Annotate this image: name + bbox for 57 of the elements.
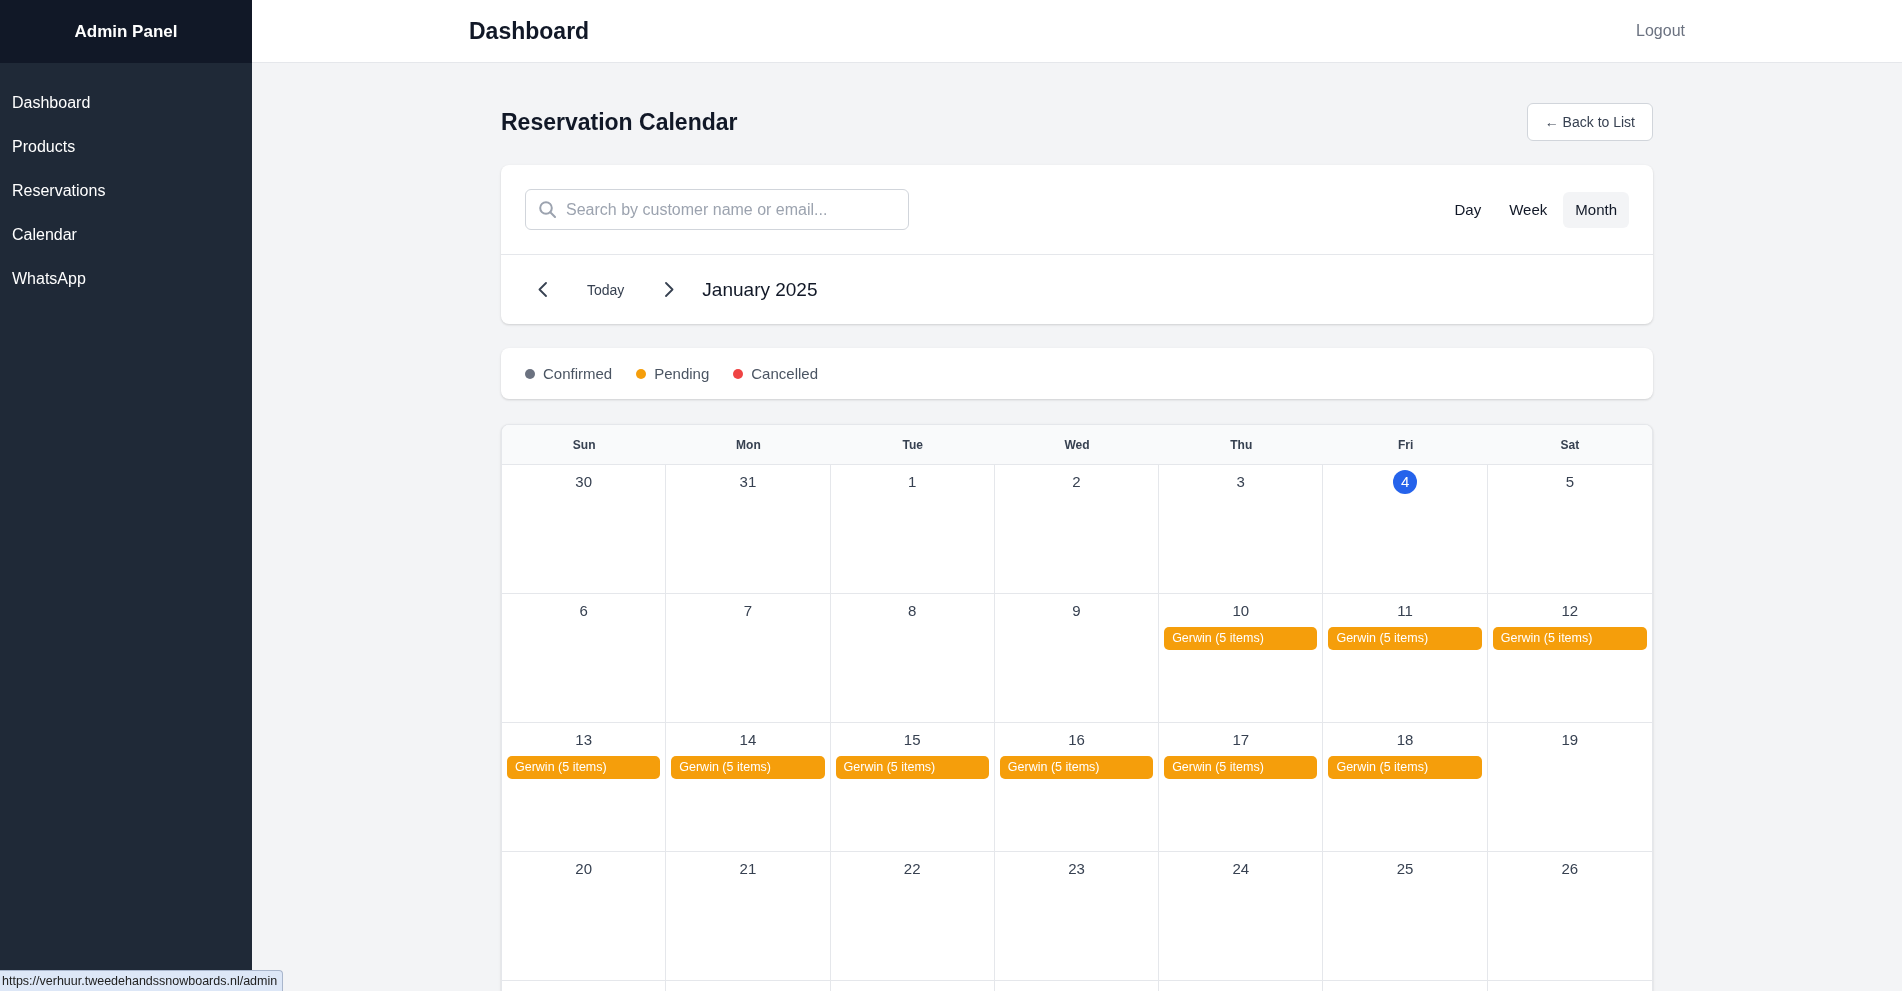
day-number: 4 bbox=[1393, 470, 1418, 494]
day-number: 8 bbox=[907, 601, 918, 621]
day-number: 7 bbox=[742, 601, 754, 621]
day-number: 6 bbox=[578, 601, 589, 621]
day-number: 26 bbox=[1560, 859, 1580, 879]
legend-label: Confirmed bbox=[543, 364, 613, 383]
chevron-left-icon bbox=[537, 282, 547, 297]
page-title: Dashboard bbox=[469, 17, 590, 45]
weekday-label: Sun bbox=[571, 436, 597, 454]
sidebar-item[interactable]: Reservations bbox=[0, 169, 252, 213]
day-number: 3 bbox=[1235, 472, 1246, 492]
legend-label: Cancelled bbox=[751, 364, 818, 383]
day-number: 17 bbox=[1231, 730, 1251, 750]
sidebar-item[interactable]: Products bbox=[0, 125, 252, 169]
day-number: 21 bbox=[738, 859, 758, 879]
view-tab[interactable]: Day bbox=[1442, 191, 1494, 228]
day-number: 20 bbox=[574, 859, 593, 879]
day-number: 24 bbox=[1231, 859, 1251, 879]
day-number: 9 bbox=[1071, 601, 1082, 621]
chevron-right-icon bbox=[664, 282, 674, 297]
day-number: 30 bbox=[574, 472, 593, 492]
back-button[interactable]: ← Back to List bbox=[1526, 103, 1653, 141]
period-label: January 2025 bbox=[702, 277, 818, 302]
day-number: 15 bbox=[902, 730, 922, 750]
today-button[interactable]: Today bbox=[575, 271, 637, 308]
section-title: Reservation Calendar bbox=[501, 108, 738, 136]
logout-link[interactable]: Logout bbox=[1636, 21, 1685, 41]
day-number: 5 bbox=[1564, 472, 1575, 492]
day-number: 13 bbox=[574, 730, 593, 750]
day-number: 16 bbox=[1067, 730, 1086, 750]
app-title: Admin Panel bbox=[74, 20, 178, 43]
weekday-label: Tue bbox=[901, 436, 924, 454]
day-number: 11 bbox=[1396, 601, 1414, 621]
sidebar-item[interactable]: Calendar bbox=[0, 213, 252, 257]
weekday-label: Wed bbox=[1063, 436, 1091, 454]
day-number: 14 bbox=[738, 730, 758, 750]
search-field[interactable]: Search by customer name or email... bbox=[525, 189, 909, 230]
day-number: 18 bbox=[1395, 730, 1415, 750]
day-number: 2 bbox=[1071, 472, 1082, 492]
day-number: 25 bbox=[1395, 859, 1415, 879]
weekday-label: Mon bbox=[735, 436, 762, 454]
day-number: 10 bbox=[1231, 601, 1251, 621]
status-url: https://verhuur.tweedehandssnowboards.nl/admin bbox=[0, 970, 284, 991]
day-number: 31 bbox=[738, 472, 758, 492]
weekday-label: Sat bbox=[1559, 436, 1581, 454]
day-number: 12 bbox=[1560, 601, 1580, 621]
weekday-label: Fri bbox=[1396, 436, 1415, 454]
sidebar-item[interactable]: Dashboard bbox=[0, 81, 252, 125]
day-number: 22 bbox=[902, 859, 922, 879]
sidebar-item[interactable]: WhatsApp bbox=[0, 257, 252, 301]
day-number: 1 bbox=[907, 472, 918, 492]
legend-label: Pending bbox=[654, 364, 710, 383]
weekday-label: Thu bbox=[1229, 436, 1254, 454]
day-number: 23 bbox=[1067, 859, 1086, 879]
view-tab[interactable]: Week bbox=[1497, 191, 1560, 228]
day-number: 19 bbox=[1560, 730, 1580, 750]
view-tab[interactable]: Month bbox=[1563, 191, 1629, 228]
